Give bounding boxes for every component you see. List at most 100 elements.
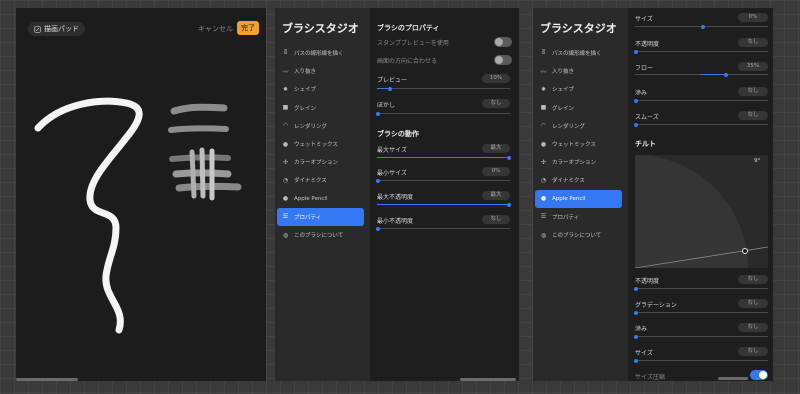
sidebar-item-label: カラーオプション	[552, 160, 597, 167]
canvas-stroke	[34, 97, 143, 334]
sidebar-item[interactable]: ✸ シェイプ	[535, 80, 622, 98]
preview-value[interactable]: 10%	[482, 74, 510, 83]
sidebar-item[interactable]: ● Apple Pencil	[535, 189, 622, 208]
tilt-bleed-slider[interactable]	[634, 334, 768, 339]
slider-knob[interactable]	[388, 86, 392, 91]
preview-slider[interactable]	[377, 86, 510, 91]
slider-knob[interactable]	[507, 202, 511, 207]
stamp-preview-toggle[interactable]	[494, 37, 512, 47]
slider-knob[interactable]	[634, 286, 638, 291]
smooth-value[interactable]: なし	[738, 111, 768, 120]
orient-screen-toggle[interactable]	[494, 55, 512, 65]
size-pressure-label: サイズ圧縮	[635, 374, 665, 381]
sidebar-item[interactable]: 〰入り抜き	[277, 62, 364, 80]
sidebar-item[interactable]: ● ウェットミックス	[277, 135, 364, 153]
blur-value[interactable]: なし	[482, 99, 510, 108]
cancel-button[interactable]: キャンセル	[198, 24, 233, 34]
tilt-size-value[interactable]: なし	[738, 347, 768, 356]
rendering-icon: ◠	[540, 122, 547, 130]
dynamics-icon: ◔	[540, 176, 547, 184]
sidebar-item[interactable]: ● Apple Pencil	[277, 190, 364, 208]
tilt-handle[interactable]	[742, 248, 748, 254]
sidebar-item[interactable]: ✣ カラーオプション	[277, 153, 364, 171]
tilt-size-slider[interactable]	[634, 358, 768, 363]
size-pressure-toggle[interactable]	[750, 370, 768, 380]
sidebar-item[interactable]: ◠ レンダリング	[535, 117, 622, 135]
min-size-value[interactable]: 0%	[482, 167, 510, 176]
home-indicator	[16, 378, 78, 381]
sidebar-item[interactable]: ◔ ダイナミクス	[277, 171, 364, 189]
sidebar-item-label: Apple Pencil	[294, 195, 328, 202]
pressure-size-label: サイズ	[635, 16, 653, 23]
sidebar-item-label: ダイナミクス	[294, 178, 327, 185]
sidebar-item[interactable]: ● ウェットミックス	[535, 135, 622, 153]
min-opacity-value[interactable]: なし	[482, 215, 510, 224]
max-size-slider[interactable]	[377, 155, 511, 160]
bleed-slider[interactable]	[634, 98, 768, 103]
bleed-label: 滲み	[635, 90, 648, 97]
max-opacity-value[interactable]: 最大	[482, 191, 510, 200]
max-size-value[interactable]: 最大	[482, 144, 510, 153]
slider-knob[interactable]	[634, 122, 638, 127]
tilt-opacity-label: 不透明度	[635, 278, 660, 285]
sidebar-item-label: シェイプ	[552, 87, 575, 94]
max-opacity-slider[interactable]	[377, 202, 511, 207]
sidebar-item-label: このブラシについて	[294, 233, 344, 239]
tilt-graph[interactable]	[635, 155, 768, 268]
sidebar-item[interactable]: ◍ このブラシについて	[535, 226, 622, 244]
slider-knob[interactable]	[634, 49, 638, 54]
grain-icon: ■	[282, 104, 289, 112]
flow-slider[interactable]	[635, 72, 768, 77]
pressure-opacity-slider[interactable]	[634, 49, 768, 54]
tilt-size-label: サイズ	[635, 350, 653, 357]
slider-knob[interactable]	[701, 24, 705, 29]
bleed-value[interactable]: なし	[738, 87, 768, 96]
drawing-canvas[interactable]	[16, 8, 266, 381]
min-opacity-slider[interactable]	[376, 226, 510, 231]
sidebar-item[interactable]: ᘔ パスの線形線を描く	[535, 44, 622, 62]
tilt-angle-label: 9°	[754, 158, 761, 164]
sidebar-item-label: レンダリング	[552, 123, 586, 130]
sidebar-item[interactable]: ◠ レンダリング	[277, 117, 364, 135]
pressure-size-value[interactable]: 0%	[738, 13, 768, 22]
gradation-value[interactable]: なし	[738, 299, 768, 308]
apple-pencil-icon: ●	[540, 195, 547, 203]
sidebar-item[interactable]: ✸ シェイプ	[277, 80, 364, 98]
flow-value[interactable]: 35%	[738, 62, 768, 71]
pressure-size-slider[interactable]	[635, 24, 768, 29]
sidebar-item[interactable]: ■ グレイン	[277, 99, 364, 117]
max-opacity-label: 最大不透明度	[377, 194, 414, 201]
slider-knob[interactable]	[376, 226, 380, 231]
slider-knob[interactable]	[634, 334, 638, 339]
slider-knob[interactable]	[507, 155, 511, 160]
sidebar-item[interactable]: ☰ プロパティ	[535, 208, 622, 226]
sidebar-item[interactable]: ◔ ダイナミクス	[535, 171, 622, 189]
sidebar-item[interactable]: ✣ カラーオプション	[535, 153, 622, 171]
slider-knob[interactable]	[376, 111, 380, 116]
sidebar-item[interactable]: ☰ プロパティ	[277, 207, 364, 226]
tilt-opacity-slider[interactable]	[634, 286, 768, 291]
sidebar-item[interactable]: ᘔ パスの線形線を描く	[277, 44, 364, 62]
tilt-bleed-value[interactable]: なし	[738, 323, 768, 332]
properties-icon: ☰	[282, 213, 289, 221]
sidebar-item[interactable]: ◍ このブラシについて	[277, 226, 364, 244]
min-size-slider[interactable]	[376, 178, 510, 183]
gradation-slider[interactable]	[634, 310, 768, 315]
slider-knob[interactable]	[634, 98, 638, 103]
slider-knob[interactable]	[376, 178, 380, 183]
done-button[interactable]: 完了	[237, 21, 259, 35]
sidebar-item-label: レンダリング	[294, 123, 328, 130]
slider-knob[interactable]	[634, 310, 638, 315]
properties-settings: ブラシのプロパティ スタンププレビューを使用 画面の方向に合わせる プレビュー …	[370, 8, 519, 381]
slider-knob[interactable]	[634, 358, 638, 363]
sidebar-item[interactable]: ■ グレイン	[535, 99, 622, 117]
blur-slider[interactable]	[376, 111, 510, 116]
smooth-slider[interactable]	[634, 122, 768, 127]
slider-knob[interactable]	[724, 72, 728, 77]
sidebar-item[interactable]: 〰入り抜き	[535, 62, 622, 80]
pad-title-badge[interactable]: 描画パッド	[28, 22, 85, 36]
sidebar-item-label: 入り抜き	[294, 69, 317, 76]
shape-icon: ✸	[282, 85, 289, 93]
pressure-opacity-value[interactable]: なし	[738, 38, 768, 47]
tilt-opacity-value[interactable]: なし	[738, 275, 768, 284]
